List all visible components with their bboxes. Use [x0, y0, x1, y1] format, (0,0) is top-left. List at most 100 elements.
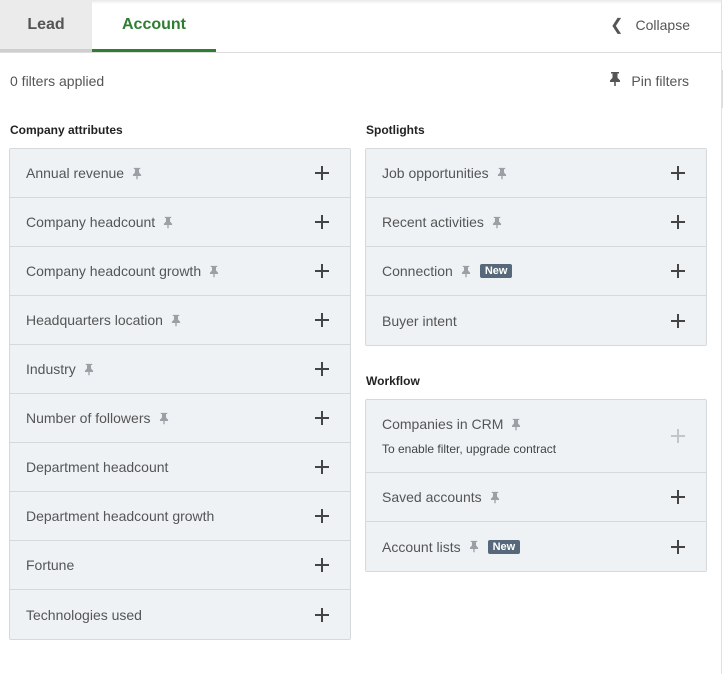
pin-icon[interactable]: [163, 216, 173, 229]
filter-label: Technologies used: [26, 606, 142, 623]
plus-icon[interactable]: [671, 166, 685, 180]
filter-label: Industry: [26, 361, 76, 377]
plus-icon[interactable]: [315, 460, 329, 474]
plus-icon[interactable]: [315, 509, 329, 523]
filter-row[interactable]: Recent activities: [366, 198, 706, 247]
new-badge: New: [479, 264, 513, 278]
plus-icon[interactable]: [315, 215, 329, 229]
filter-label: Buyer intent: [382, 312, 457, 329]
filter-row[interactable]: Companies in CRM To enable filter, upgrad…: [366, 400, 706, 473]
filter-label: Department headcount: [26, 459, 169, 475]
filter-row[interactable]: Fortune: [10, 541, 350, 590]
filter-row[interactable]: Buyer intent: [366, 296, 706, 345]
spotlights-list: Job opportunities Recent activities Connec…: [365, 148, 707, 346]
tab-lead[interactable]: Lead: [0, 0, 92, 52]
filter-label: Companies in CRM: [382, 416, 504, 432]
plus-icon[interactable]: [315, 166, 329, 180]
filter-label: Account lists: [382, 538, 461, 555]
plus-icon[interactable]: [671, 215, 685, 229]
filter-row[interactable]: Industry: [10, 345, 350, 394]
filter-row-line: Annual revenue: [26, 165, 142, 181]
pin-icon[interactable]: [490, 491, 500, 504]
filter-row[interactable]: Department headcount: [10, 443, 350, 492]
filter-row[interactable]: Account lists New: [366, 522, 706, 571]
pin-icon[interactable]: [159, 412, 169, 425]
filter-label: Department headcount growth: [26, 508, 215, 524]
pin-icon: [609, 71, 621, 90]
plus-icon[interactable]: [671, 539, 685, 554]
filter-row-line: Technologies used: [26, 607, 142, 623]
upgrade-note: To enable filter, upgrade contract: [382, 442, 557, 456]
section-title-spotlights: Spotlights: [366, 123, 425, 137]
filter-row-line: Saved accounts: [382, 489, 500, 505]
filter-label: Annual revenue: [26, 165, 125, 181]
filter-label: Fortune: [26, 557, 75, 573]
filter-label: Saved accounts: [382, 489, 482, 505]
pin-filters-button[interactable]: Pin filters: [609, 71, 689, 90]
pin-icon[interactable]: [492, 216, 502, 229]
section-title-workflow: Workflow: [366, 374, 420, 388]
plus-icon[interactable]: [315, 411, 329, 425]
filter-label: Company headcount growth: [26, 263, 202, 279]
plus-icon[interactable]: [315, 264, 329, 278]
pin-icon[interactable]: [497, 167, 507, 180]
filter-row-line: Department headcount growth: [26, 508, 214, 524]
pin-icon[interactable]: [132, 167, 142, 180]
filter-row[interactable]: Job opportunities: [366, 149, 706, 198]
plus-icon[interactable]: [671, 429, 685, 443]
plus-icon[interactable]: [671, 264, 685, 278]
tab-bar: Lead Account ❮ Collapse: [0, 0, 722, 53]
filter-row[interactable]: Saved accounts: [366, 473, 706, 522]
filter-row-line: Company headcount growth: [26, 263, 219, 279]
pin-filters-label: Pin filters: [631, 72, 689, 89]
filter-row-line: Recent activities: [382, 214, 502, 230]
filter-row-line: Company headcount: [26, 214, 173, 230]
new-badge: New: [487, 539, 521, 554]
collapse-label: Collapse: [635, 17, 690, 33]
filter-label: Job opportunities: [382, 165, 489, 181]
filter-row-line: Companies in CRM: [382, 416, 521, 432]
filter-row[interactable]: Company headcount: [10, 198, 350, 247]
filter-label: Headquarters location: [26, 312, 163, 328]
tab-account[interactable]: Account: [92, 0, 216, 52]
filter-row[interactable]: Number of followers: [10, 394, 350, 443]
filter-label: Number of followers: [26, 410, 151, 426]
company-attributes-list: Annual revenue Company headcount Company h…: [9, 148, 351, 640]
filter-row-line: Number of followers: [26, 410, 169, 426]
filter-row[interactable]: Annual revenue: [10, 149, 350, 198]
plus-icon[interactable]: [315, 362, 329, 376]
filter-row[interactable]: Department headcount growth: [10, 492, 350, 541]
workflow-list: Companies in CRM To enable filter, upgrad…: [365, 399, 707, 572]
filter-row-line: Buyer intent: [382, 313, 457, 329]
filter-row-line: Connection New: [382, 263, 513, 279]
filter-row-line: Department headcount: [26, 459, 168, 475]
plus-icon[interactable]: [315, 607, 329, 622]
plus-icon[interactable]: [315, 558, 329, 572]
pin-icon[interactable]: [171, 314, 181, 327]
scroll-divider: [722, 70, 723, 108]
filter-label: Connection: [382, 263, 453, 279]
filter-row-line: Industry: [26, 361, 94, 377]
chevron-left-icon: ❮: [610, 17, 624, 34]
filters-applied-count: 0 filters applied: [10, 73, 105, 89]
filter-row-line: Headquarters location: [26, 312, 181, 328]
pin-icon[interactable]: [209, 265, 219, 278]
pin-icon[interactable]: [84, 363, 94, 376]
filter-row[interactable]: Company headcount growth: [10, 247, 350, 296]
filter-row[interactable]: Technologies used: [10, 590, 350, 639]
plus-icon[interactable]: [315, 313, 329, 327]
filter-row-line: Job opportunities: [382, 165, 507, 181]
section-title-company-attributes: Company attributes: [10, 123, 123, 137]
filter-row-line: Fortune: [26, 557, 74, 573]
filter-row[interactable]: Connection New: [366, 247, 706, 296]
filter-label: Recent activities: [382, 214, 484, 230]
plus-icon[interactable]: [671, 313, 685, 328]
filter-label: Company headcount: [26, 214, 156, 230]
filter-row-line: Account lists New: [382, 538, 521, 555]
pin-icon[interactable]: [461, 265, 471, 278]
plus-icon[interactable]: [671, 490, 685, 504]
pin-icon[interactable]: [511, 418, 521, 431]
filter-row[interactable]: Headquarters location: [10, 296, 350, 345]
pin-icon[interactable]: [469, 540, 479, 553]
collapse-button[interactable]: ❮ Collapse: [610, 14, 690, 36]
